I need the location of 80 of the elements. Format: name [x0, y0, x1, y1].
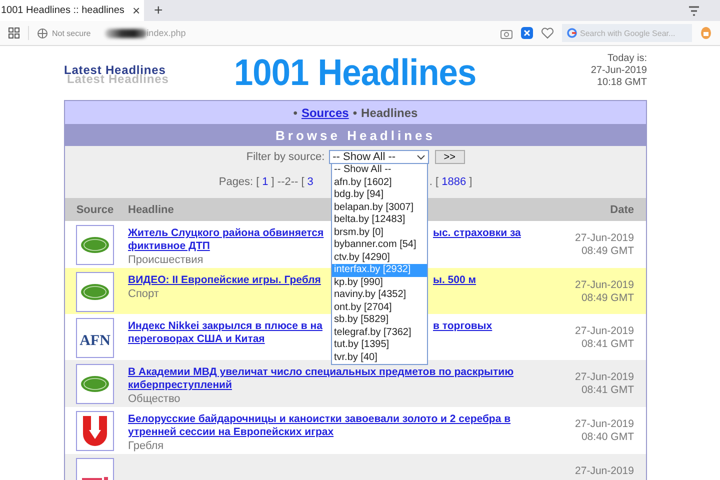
headline-link[interactable]: утренней сессии на Европейских играх	[128, 426, 334, 439]
afn-logo[interactable]: AFN	[78, 320, 112, 356]
bullet: •	[293, 106, 298, 120]
time-text: 08:41 GMT	[581, 338, 634, 351]
today-date: 27-Jun-2019	[590, 65, 647, 77]
bracket: . [	[429, 176, 439, 188]
dropdown-option[interactable]: bdg.by [94]	[332, 189, 427, 202]
camera-icon[interactable]	[500, 28, 513, 38]
bullet: •	[352, 106, 358, 120]
headline-link[interactable]: Индекс Nikkei закрылся в плюсе в на	[128, 320, 329, 333]
headline-link[interactable]: ы. 500 м	[433, 274, 476, 287]
browser-tab[interactable]: 1001 Headlines :: headlines ×	[0, 0, 144, 21]
time-text: 08:49 GMT	[581, 245, 634, 258]
dropdown-option[interactable]: brsm.by [0]	[332, 226, 427, 239]
shield-icon[interactable]	[521, 27, 533, 39]
column-header[interactable]: Date	[554, 204, 646, 216]
time-text: 08:49 GMT	[581, 292, 634, 305]
headline-link[interactable]: В Академии МВД увеличат число специальных предметов по раскрытию	[128, 366, 514, 379]
today-time: 10:18 GMT	[596, 77, 647, 89]
dropdown-option[interactable]: tvr.by [40]	[332, 352, 427, 364]
headline-link[interactable]: ыс. страховки за	[433, 227, 521, 240]
dropdown-option[interactable]: ctv.by [4290]	[332, 252, 427, 264]
headline-link[interactable]: Житель Слуцкого района обвиняется	[128, 227, 329, 240]
headline-link[interactable]: киберпреступлений	[128, 379, 232, 392]
dropdown-option[interactable]: belta.by [12483]	[332, 214, 427, 226]
dropdown-option[interactable]: -- Show All --	[332, 164, 427, 176]
globe-icon[interactable]	[37, 28, 48, 38]
pages-label: Pages:	[218, 176, 254, 188]
time-text: 08:40 GMT	[581, 431, 634, 444]
date-text: 27-Jun-2019	[575, 371, 634, 384]
headline-link[interactable]: переговорах США и Китая	[128, 333, 265, 346]
headline-link[interactable]: Белорусские байдарочницы и каноистки завоевали золото и 2 серебра в	[128, 413, 511, 426]
grid-icon[interactable]	[8, 27, 20, 39]
section-title: Latest Headlines	[64, 63, 167, 77]
dropdown-option[interactable]: afn.by [1602]	[332, 176, 427, 189]
bracket: [	[256, 176, 260, 188]
go-button[interactable]: >>	[434, 150, 465, 164]
dropdown-option[interactable]: naviny.by [4352]	[332, 289, 427, 302]
category-label: Спорт	[128, 287, 159, 301]
filter-label: Filter by source:	[246, 151, 325, 163]
headline-link[interactable]: ВИДЕО: II Европейские игры. Гребля	[128, 274, 329, 287]
section-banner: Browse Headlines	[65, 124, 646, 146]
dropdown-option[interactable]: telegraf.by [7362]	[332, 326, 427, 339]
category-label: Общество	[128, 392, 180, 406]
date-text: 27-Jun-2019	[575, 325, 634, 338]
search-field[interactable]: Search with Google Sear...	[562, 24, 692, 42]
dropdown-option[interactable]: bybanner.com [54]	[332, 239, 427, 252]
dropdown-option[interactable]: belapan.by [3007]	[332, 202, 427, 214]
dropdown-option[interactable]: sb.by [5829]	[332, 314, 427, 326]
date-text: 27-Jun-2019	[575, 465, 634, 478]
category-label: Происшествия	[128, 253, 204, 267]
column-header[interactable]: Headline	[125, 204, 174, 216]
headline-link[interactable]: в торговых	[433, 320, 492, 333]
page-link[interactable]: 3	[307, 176, 314, 188]
caret-icon	[416, 154, 425, 160]
tab-menu-icon[interactable]	[688, 6, 700, 16]
close-icon[interactable]: ×	[132, 3, 140, 18]
source-select[interactable]: -- Show All --	[328, 150, 429, 164]
headline-link[interactable]: фиктивное ДТП	[128, 240, 210, 253]
google-icon	[567, 28, 577, 38]
time-text: 08:41 GMT	[581, 384, 634, 397]
column-header[interactable]: Source	[65, 204, 125, 216]
date-text: 27-Jun-2019	[575, 418, 634, 431]
page-link[interactable]: 1886	[442, 176, 466, 188]
page-link[interactable]: 1	[262, 176, 268, 188]
today-label: Today is:	[608, 53, 647, 65]
current-page-marker: ] --2-- [	[271, 176, 304, 188]
date-text: 27-Jun-2019	[575, 232, 634, 245]
dropdown-option[interactable]: ont.by [2704]	[332, 302, 427, 314]
current-page: Headlines	[361, 106, 418, 120]
tab-title: 1001 Headlines :: headlines	[1, 5, 124, 16]
dropdown-option[interactable]: tut.by [1395]	[332, 339, 427, 352]
category-label: Гребля	[128, 439, 164, 453]
heart-icon[interactable]	[541, 27, 554, 39]
sources-link[interactable]: Sources	[301, 106, 349, 120]
new-tab-button[interactable]: +	[154, 2, 163, 19]
redacted-address	[104, 28, 147, 38]
bracket: ]	[469, 176, 472, 188]
dropdown-option[interactable]: kp.by [990]	[332, 276, 427, 289]
date-text: 27-Jun-2019	[575, 279, 634, 292]
